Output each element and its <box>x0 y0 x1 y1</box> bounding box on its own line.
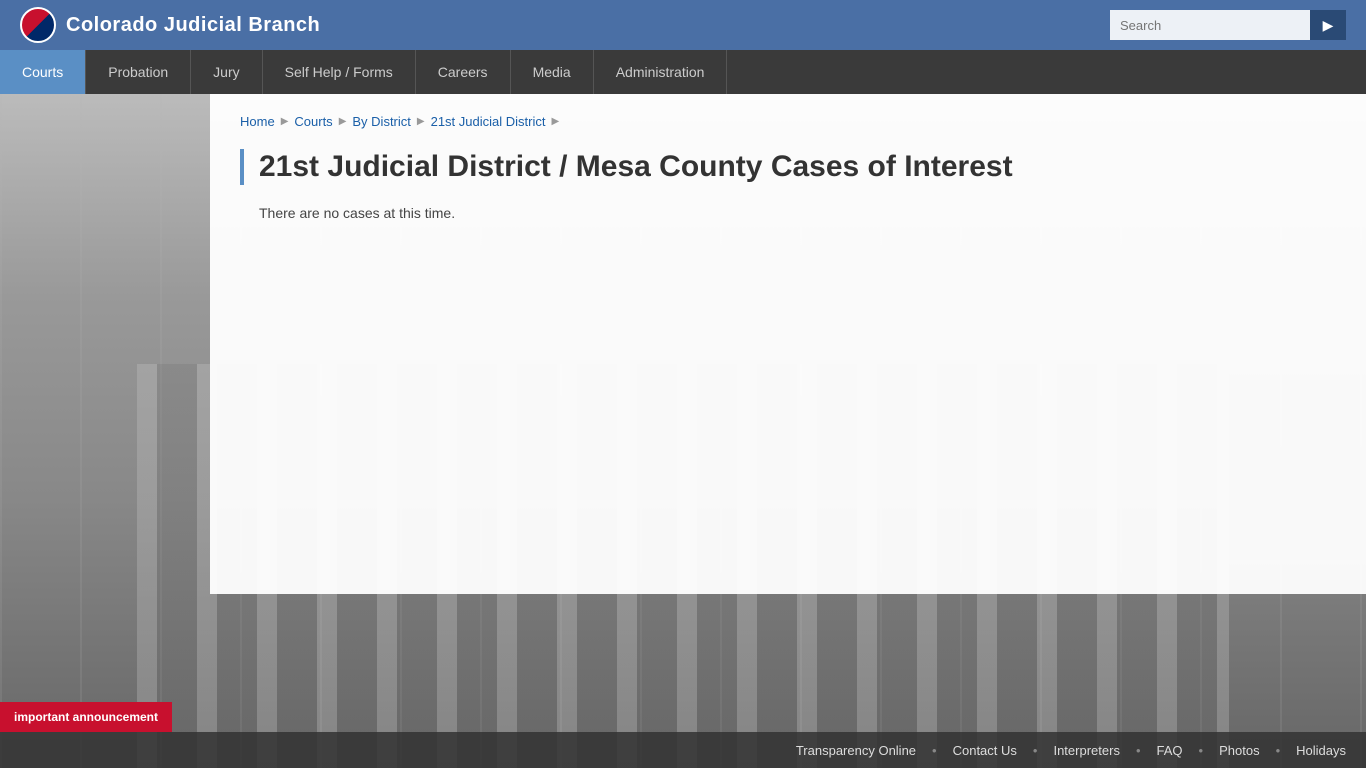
search-input[interactable] <box>1110 10 1310 40</box>
footer-contact[interactable]: Contact Us <box>953 743 1017 758</box>
footer-faq[interactable]: FAQ <box>1157 743 1183 758</box>
state-seal-icon <box>20 7 56 43</box>
search-button[interactable]: ▶ <box>1310 10 1346 40</box>
nav-item-probation[interactable]: Probation <box>86 50 191 94</box>
footer-interpreters[interactable]: Interpreters <box>1053 743 1119 758</box>
footer-bar: Transparency Online • Contact Us • Inter… <box>0 732 1366 768</box>
breadcrumb-21st-district[interactable]: 21st Judicial District <box>431 114 546 129</box>
main-layout: District Information 21st Judicial Distr… <box>0 94 1366 768</box>
nav-item-jury[interactable]: Jury <box>191 50 262 94</box>
breadcrumb-sep-4: ▶ <box>551 116 559 127</box>
announcement-button[interactable]: important announcement <box>0 702 172 732</box>
site-title: Colorado Judicial Branch <box>66 14 320 37</box>
breadcrumb-sep-2: ▶ <box>339 116 347 127</box>
nav-item-careers[interactable]: Careers <box>416 50 511 94</box>
search-area: ▶ <box>1110 10 1346 40</box>
logo-area: Colorado Judicial Branch <box>20 7 320 43</box>
main-nav: Courts Probation Jury Self Help / Forms … <box>0 50 1366 94</box>
breadcrumb: Home ▶ Courts ▶ By District ▶ 21st Judic… <box>240 114 1336 129</box>
nav-item-administration[interactable]: Administration <box>594 50 728 94</box>
breadcrumb-home[interactable]: Home <box>240 114 275 129</box>
page-body: There are no cases at this time. <box>240 205 1336 221</box>
site-header: Colorado Judicial Branch ▶ <box>0 0 1366 50</box>
page-title: 21st Judicial District / Mesa County Cas… <box>240 149 1336 185</box>
footer-holidays[interactable]: Holidays <box>1296 743 1346 758</box>
footer-photos[interactable]: Photos <box>1219 743 1259 758</box>
breadcrumb-sep-3: ▶ <box>417 116 425 127</box>
nav-item-courts[interactable]: Courts <box>0 50 86 94</box>
nav-item-media[interactable]: Media <box>511 50 594 94</box>
breadcrumb-courts[interactable]: Courts <box>294 114 332 129</box>
footer-transparency[interactable]: Transparency Online <box>796 743 916 758</box>
nav-item-self-help[interactable]: Self Help / Forms <box>263 50 416 94</box>
content-card: Home ▶ Courts ▶ By District ▶ 21st Judic… <box>210 94 1366 594</box>
breadcrumb-sep-1: ▶ <box>281 116 289 127</box>
breadcrumb-by-district[interactable]: By District <box>352 114 411 129</box>
